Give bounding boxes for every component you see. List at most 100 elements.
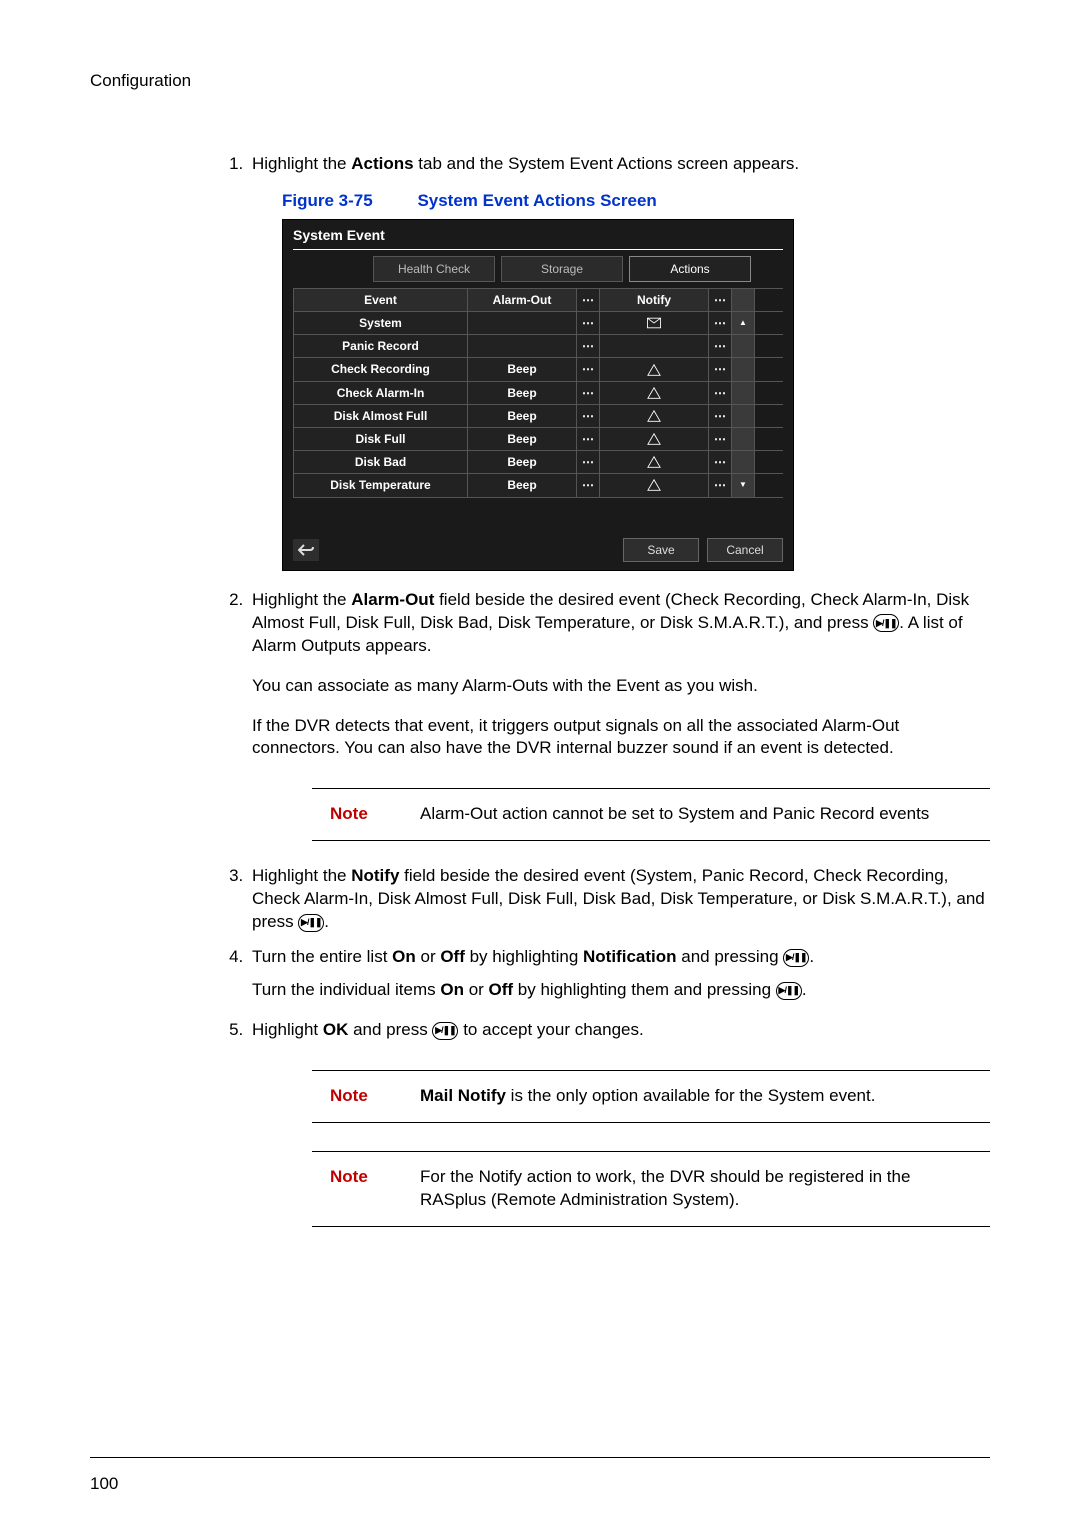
- cell-more-icon-2[interactable]: ⋯: [709, 312, 732, 334]
- warning-icon: [647, 455, 661, 469]
- cell-more-icon-2[interactable]: ⋯: [709, 474, 732, 496]
- save-button[interactable]: Save: [623, 538, 699, 562]
- table-row: Check Recording Beep ⋯ ⋯: [293, 357, 783, 380]
- cell-notify[interactable]: [600, 428, 709, 450]
- scrollbar-track[interactable]: [732, 428, 755, 450]
- cell-alarm-out[interactable]: Beep: [468, 474, 577, 496]
- dialog-title: System Event: [283, 220, 793, 245]
- scrollbar-track[interactable]: [732, 335, 755, 357]
- step-4: Turn the entire list On or Off by highli…: [248, 946, 990, 1002]
- back-button[interactable]: [293, 539, 319, 561]
- cell-notify[interactable]: [600, 382, 709, 404]
- cell-more-icon-2[interactable]: ⋯: [709, 451, 732, 473]
- system-event-screenshot: System Event Health Check Storage Action…: [282, 219, 794, 571]
- text: by highlighting them and pressing: [513, 980, 776, 999]
- cell-alarm-out[interactable]: Beep: [468, 358, 577, 380]
- cell-alarm-out[interactable]: [468, 312, 577, 334]
- table-row: Disk Almost Full Beep ⋯ ⋯: [293, 404, 783, 427]
- text-bold: Notify: [351, 866, 399, 885]
- cell-more-icon-2[interactable]: ⋯: [709, 405, 732, 427]
- warning-icon: [647, 363, 661, 377]
- text: Highlight: [252, 1020, 323, 1039]
- cell-notify[interactable]: [600, 451, 709, 473]
- note-text: Mail Notify is the only option available…: [420, 1085, 990, 1108]
- cell-notify[interactable]: [600, 312, 709, 334]
- cell-alarm-out[interactable]: Beep: [468, 428, 577, 450]
- cell-event: Disk Full: [293, 428, 468, 450]
- note-label: Note: [330, 1166, 390, 1212]
- tab-health-check[interactable]: Health Check: [373, 256, 495, 282]
- note-block-1: Note Alarm-Out action cannot be set to S…: [312, 788, 990, 841]
- scrollbar-track[interactable]: [732, 289, 755, 311]
- footer-rule: [90, 1457, 990, 1458]
- cell-event: Check Recording: [293, 358, 468, 380]
- step-2: Highlight the Alarm-Out field beside the…: [248, 589, 990, 842]
- table-row: Disk Full Beep ⋯ ⋯: [293, 427, 783, 450]
- mail-icon: [647, 316, 661, 330]
- cell-more-icon-2[interactable]: ⋯: [709, 428, 732, 450]
- text: .: [809, 947, 814, 966]
- step1-bold: Actions: [351, 154, 413, 173]
- cell-more-icon[interactable]: ⋯: [577, 312, 600, 334]
- actions-grid: Event Alarm-Out ⋯ Notify ⋯ System ⋯: [293, 288, 783, 498]
- play-pause-icon: ▶/❚❚: [783, 949, 809, 967]
- table-row: System ⋯ ⋯ ▲: [293, 311, 783, 334]
- cell-more-icon-2[interactable]: ⋯: [709, 358, 732, 380]
- text-bold: OK: [323, 1020, 349, 1039]
- step1-pre: Highlight the: [252, 154, 351, 173]
- cell-more-icon[interactable]: ⋯: [577, 358, 600, 380]
- scrollbar-track[interactable]: [732, 405, 755, 427]
- step-3: Highlight the Notify field beside the de…: [248, 865, 990, 934]
- scrollbar-track[interactable]: [732, 358, 755, 380]
- cell-more-icon[interactable]: ⋯: [577, 474, 600, 496]
- note-bold: Mail Notify: [420, 1086, 506, 1105]
- scroll-up-icon[interactable]: ▲: [732, 312, 755, 334]
- text: Highlight the: [252, 590, 351, 609]
- scrollbar-track[interactable]: [732, 451, 755, 473]
- figure-caption: Figure 3-75 System Event Actions Screen: [282, 190, 990, 213]
- cell-more-icon[interactable]: ⋯: [577, 428, 600, 450]
- text: and pressing: [677, 947, 784, 966]
- scroll-down-icon[interactable]: ▼: [732, 474, 755, 496]
- cell-alarm-out[interactable]: [468, 335, 577, 357]
- figure-number: Figure 3-75: [282, 191, 373, 210]
- note-text: For the Notify action to work, the DVR s…: [420, 1166, 990, 1212]
- cell-more-icon[interactable]: ⋯: [577, 335, 600, 357]
- header-alarm-out: Alarm-Out: [468, 289, 577, 311]
- cell-alarm-out[interactable]: Beep: [468, 405, 577, 427]
- table-row: Panic Record ⋯ ⋯: [293, 334, 783, 357]
- text: Turn the individual items: [252, 980, 440, 999]
- note-text: Alarm-Out action cannot be set to System…: [420, 803, 990, 826]
- cell-more-icon[interactable]: ⋯: [577, 451, 600, 473]
- cell-notify[interactable]: [600, 474, 709, 496]
- cell-event: Check Alarm-In: [293, 382, 468, 404]
- cell-more-icon-2[interactable]: ⋯: [709, 335, 732, 357]
- play-pause-icon: ▶/❚❚: [776, 982, 802, 1000]
- cell-notify[interactable]: [600, 335, 709, 357]
- cancel-button[interactable]: Cancel: [707, 538, 783, 562]
- cell-alarm-out[interactable]: Beep: [468, 451, 577, 473]
- scrollbar-track[interactable]: [732, 382, 755, 404]
- warning-icon: [647, 386, 661, 400]
- tab-storage[interactable]: Storage: [501, 256, 623, 282]
- text: to accept your changes.: [458, 1020, 643, 1039]
- cell-more-icon-2[interactable]: ⋯: [709, 382, 732, 404]
- back-arrow-icon: [298, 544, 314, 556]
- header-more-icon-2[interactable]: ⋯: [709, 289, 732, 311]
- grid-header-row: Event Alarm-Out ⋯ Notify ⋯: [293, 288, 783, 311]
- cell-notify[interactable]: [600, 358, 709, 380]
- note-rest: is the only option available for the Sys…: [506, 1086, 875, 1105]
- cell-alarm-out[interactable]: Beep: [468, 382, 577, 404]
- header-more-icon[interactable]: ⋯: [577, 289, 600, 311]
- cell-notify[interactable]: [600, 405, 709, 427]
- text: .: [802, 980, 807, 999]
- cell-event: Panic Record: [293, 335, 468, 357]
- step1-post: tab and the System Event Actions screen …: [414, 154, 800, 173]
- warning-icon: [647, 409, 661, 423]
- play-pause-icon: ▶/❚❚: [432, 1022, 458, 1040]
- text-bold: Off: [489, 980, 514, 999]
- cell-more-icon[interactable]: ⋯: [577, 382, 600, 404]
- tab-actions[interactable]: Actions: [629, 256, 751, 282]
- text-bold: On: [392, 947, 416, 966]
- cell-more-icon[interactable]: ⋯: [577, 405, 600, 427]
